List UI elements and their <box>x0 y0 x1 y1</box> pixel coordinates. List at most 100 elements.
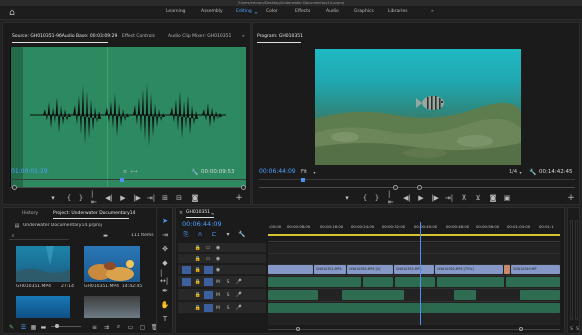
workspace-tab-libraries[interactable]: Libraries <box>388 6 407 18</box>
track-output-icon[interactable]: ◉ <box>215 244 221 252</box>
razor-tool-icon[interactable]: ◆ <box>160 258 170 268</box>
solo-right-button[interactable]: S <box>575 324 580 332</box>
solo-icon[interactable]: S <box>225 304 231 312</box>
tab-project[interactable]: Project: Underwater Documentary14 <box>53 210 136 218</box>
timeline-tab-menu-icon[interactable]: ≡ <box>210 209 215 217</box>
editing-menu-icon[interactable]: ≡ <box>253 6 259 18</box>
resolution-dropdown-icon[interactable]: ▾ <box>518 168 523 176</box>
slip-tool-icon[interactable]: |↔| <box>160 269 170 285</box>
track-select-tool-icon[interactable]: ⇥ <box>160 230 170 240</box>
project-item-thumbnail-3[interactable] <box>16 296 70 318</box>
program-mark-in-icon[interactable]: { <box>361 193 369 203</box>
overwrite-icon[interactable]: ⊟ <box>175 193 183 203</box>
tab-timeline-sequence[interactable]: GH010351 <box>186 209 210 217</box>
project-item-thumbnail-1[interactable] <box>16 246 70 282</box>
selection-tool-icon[interactable]: ➤ <box>160 216 170 226</box>
linked-selection-icon[interactable]: ⊏ <box>210 230 218 239</box>
solo-icon[interactable]: S <box>225 278 231 286</box>
timeline-timecode[interactable]: 00:06:44:09 <box>182 220 222 229</box>
video-clip-7[interactable]: GH010349.MP <box>511 265 560 274</box>
program-go-to-in-icon[interactable]: |⇤ <box>388 190 396 206</box>
workspace-tab-learning[interactable]: Learning <box>166 6 186 18</box>
track-output-icon[interactable]: ◉ <box>215 255 221 263</box>
solo-left-button[interactable]: S <box>569 324 574 332</box>
source-waveform-view[interactable] <box>10 47 246 187</box>
lock-icon[interactable]: 🔒 <box>195 278 201 286</box>
go-to-in-icon[interactable]: |⇤ <box>91 190 99 206</box>
wrench-icon[interactable]: 🔧 <box>191 168 198 176</box>
go-to-out-icon[interactable]: ⇥| <box>147 193 155 203</box>
program-time-ruler[interactable] <box>259 179 575 184</box>
lift-icon[interactable]: ⊼ <box>460 193 468 203</box>
add-marker-icon[interactable]: ▾ <box>49 193 57 203</box>
program-zoom-bar[interactable] <box>259 185 575 190</box>
mute-icon[interactable]: M <box>215 291 221 299</box>
lock-icon[interactable]: 🔒 <box>195 255 201 263</box>
voiceover-icon[interactable]: 🎤 <box>236 291 242 299</box>
video-clip-3[interactable]: GH010394.MP4 [V] <box>347 265 393 274</box>
workspace-tab-graphics[interactable]: Graphics <box>354 6 374 18</box>
project-item-thumbnail-4[interactable] <box>84 296 140 318</box>
audio-clip-a2-4[interactable] <box>520 290 560 300</box>
ripple-edit-tool-icon[interactable]: ✥ <box>160 244 170 254</box>
pen-tool-icon[interactable]: ✒ <box>160 286 170 296</box>
nest-icon[interactable]: ⎘ <box>182 230 190 239</box>
source-settings-icon[interactable]: ≡ <box>122 168 128 176</box>
timeline-playhead[interactable] <box>420 222 421 325</box>
sort-icons-icon[interactable]: ≡ <box>91 321 98 333</box>
automate-to-sequence-icon[interactable]: ⇉ <box>103 321 110 333</box>
timeline-horizontal-scrollbar[interactable] <box>268 327 560 332</box>
voiceover-icon[interactable]: 🎤 <box>236 278 242 286</box>
add-button-icon[interactable]: + <box>235 193 243 203</box>
fit-dropdown-icon[interactable]: ▾ <box>312 168 317 176</box>
workspace-overflow-button[interactable]: » <box>431 6 434 18</box>
workspace-tab-effects[interactable]: Effects <box>295 6 310 18</box>
thumbnail-size-slider[interactable] <box>51 324 81 328</box>
track-target-v1[interactable] <box>204 266 213 274</box>
insert-icon[interactable]: ⊞ <box>161 193 169 203</box>
track-header-a1[interactable]: 🔒 M S 🎤 <box>178 276 266 288</box>
home-icon[interactable]: ⌂ <box>7 6 17 20</box>
export-frame-icon[interactable]: ◙ <box>191 193 199 203</box>
write-protect-icon[interactable]: ✎ <box>8 321 15 333</box>
lock-icon[interactable]: 🔒 <box>195 304 201 312</box>
track-header-v3[interactable]: 🔒 ▭ ◉ <box>178 243 266 253</box>
mute-icon[interactable]: M <box>215 304 221 312</box>
track-output-icon[interactable]: ◉ <box>215 266 221 274</box>
program-export-frame-icon[interactable]: ◙ <box>489 193 497 203</box>
source-time-ruler[interactable] <box>10 179 246 184</box>
lock-icon[interactable]: 🔒 <box>195 244 201 252</box>
workspace-tab-assembly[interactable]: Assembly <box>201 6 223 18</box>
project-item-thumbnail-2[interactable] <box>84 246 140 282</box>
program-resolution-select[interactable]: 1/4 <box>509 168 517 176</box>
source-patch-v1[interactable] <box>182 266 191 274</box>
program-play-icon[interactable]: ▶ <box>417 193 425 203</box>
sync-lock-icon[interactable]: ▭ <box>205 244 211 252</box>
source-zoom-bar[interactable] <box>10 185 246 190</box>
audio-clip-a1-4[interactable] <box>437 277 504 287</box>
source-playhead-marker[interactable] <box>120 178 124 182</box>
new-item-icon[interactable]: ▢ <box>139 321 146 333</box>
tab-effect-controls[interactable]: Effect Controls <box>122 33 155 41</box>
audio-clip-a3-music[interactable] <box>268 303 560 313</box>
program-go-to-out-icon[interactable]: ⇥| <box>445 193 453 203</box>
audio-clip-a1-2[interactable] <box>363 277 393 287</box>
video-clip-2[interactable]: GH010351.MP4 <box>314 265 346 274</box>
freeform-view-icon[interactable]: ▬ <box>40 321 47 333</box>
type-tool-icon[interactable]: T <box>160 314 170 324</box>
video-clip-6[interactable] <box>504 265 510 274</box>
video-clip-1[interactable] <box>268 265 313 274</box>
track-header-v1[interactable]: 🔒 ◉ <box>178 265 266 275</box>
track-header-a2[interactable]: 🔒 M S 🎤 <box>178 289 266 301</box>
tab-history[interactable]: History <box>22 210 38 218</box>
project-search-input[interactable] <box>9 233 69 240</box>
timeline-wrench-icon[interactable]: 🔧 <box>238 230 246 239</box>
track-target-a2[interactable] <box>204 291 213 299</box>
video-clip-5[interactable]: GH010390.MP4 [75%] <box>435 265 503 274</box>
mark-in-icon[interactable]: { <box>65 193 73 203</box>
workspace-tab-editing[interactable]: Editing <box>236 6 252 18</box>
track-target-a3[interactable] <box>204 304 213 312</box>
track-target-a1[interactable] <box>204 278 213 286</box>
extract-icon[interactable]: ⊻ <box>474 193 482 203</box>
program-video-frame[interactable] <box>315 49 521 165</box>
